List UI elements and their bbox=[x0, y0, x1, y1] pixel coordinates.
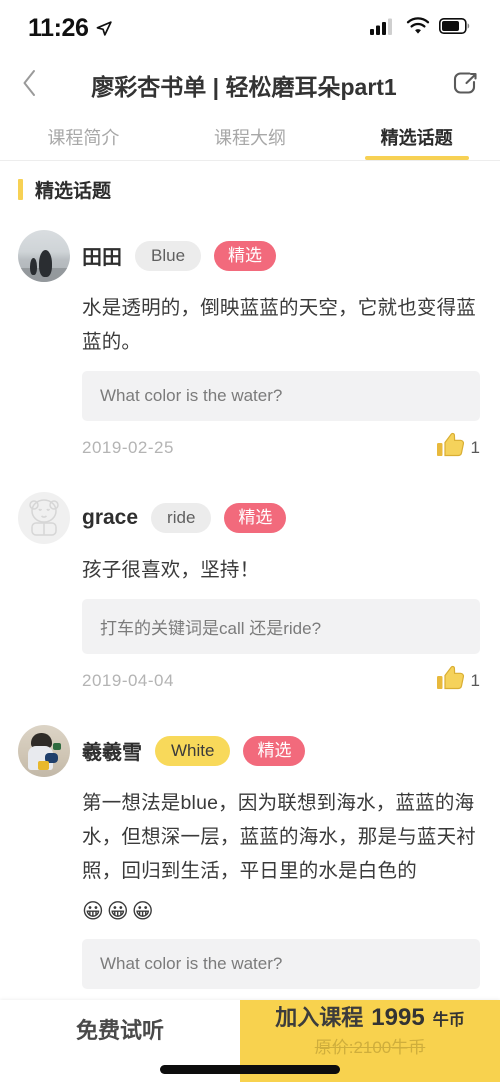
avatar-art-figure bbox=[30, 258, 37, 275]
cellular-signal-icon bbox=[370, 17, 397, 40]
price-unit: 牛币 bbox=[432, 1012, 465, 1029]
status-bar-left: 11:26 bbox=[28, 14, 113, 43]
status-badge: 精选 bbox=[214, 240, 277, 272]
comment-header: grace ride 精选 bbox=[18, 492, 480, 544]
like-button[interactable]: 1 bbox=[436, 664, 480, 697]
avatar[interactable] bbox=[18, 725, 70, 777]
topic-question: What color is the water? bbox=[82, 371, 480, 421]
comment-author: grace bbox=[82, 505, 139, 529]
tab-course-outline[interactable]: 课程大纲 bbox=[167, 114, 334, 160]
comment-body: 孩子很喜欢，坚持！ bbox=[82, 559, 260, 581]
comment-header: 羲羲雪 White 精选 bbox=[18, 725, 480, 777]
tab-bar: 课程简介 课程大纲 精选话题 bbox=[0, 114, 500, 160]
avatar-art-bear bbox=[29, 499, 59, 536]
back-button[interactable] bbox=[0, 56, 58, 114]
original-price: 原价:2100牛币 bbox=[314, 1038, 426, 1057]
section-title: 精选话题 bbox=[35, 181, 112, 202]
section-header: 精选话题 bbox=[0, 161, 500, 216]
join-course-label: 加入课程 bbox=[275, 1005, 364, 1030]
price-value: 1995 bbox=[371, 1004, 425, 1031]
thumbs-up-icon bbox=[436, 664, 466, 697]
comment-date: 2019-04-04 bbox=[82, 670, 174, 690]
page-title: 廖彩杏书单 | 轻松磨耳朵part1 bbox=[91, 74, 397, 100]
like-button[interactable]: 1 bbox=[436, 431, 480, 464]
comment-meta: grace ride 精选 bbox=[82, 502, 287, 534]
comment-footer: 2019-02-25 1 bbox=[82, 431, 480, 478]
avatar[interactable] bbox=[18, 492, 70, 544]
join-course-price-row: 加入课程 1995 牛币 bbox=[275, 1000, 464, 1032]
status-bar: 11:26 bbox=[0, 0, 500, 56]
list-item[interactable]: 田田 Blue 精选 水是透明的，倒映蓝蓝的天空，它就也变得蓝蓝的。 What … bbox=[0, 216, 500, 478]
share-button[interactable] bbox=[436, 56, 494, 114]
avatar-art-figure bbox=[39, 250, 52, 277]
comment-meta: 田田 Blue 精选 bbox=[82, 240, 277, 272]
status-time: 11:26 bbox=[28, 13, 89, 42]
avatar[interactable] bbox=[18, 230, 70, 282]
tab-featured-topics[interactable]: 精选话题 bbox=[333, 114, 500, 160]
avatar-art-toy bbox=[38, 761, 49, 770]
home-indicator bbox=[160, 1065, 340, 1074]
chevron-left-icon bbox=[21, 68, 38, 103]
comment-header: 田田 Blue 精选 bbox=[18, 230, 480, 282]
tab-course-intro[interactable]: 课程简介 bbox=[0, 114, 167, 160]
bottom-action-bar: 免费试听 加入课程 1995 牛币 原价:2100牛币 bbox=[0, 1000, 500, 1082]
thumbs-up-icon bbox=[436, 431, 466, 464]
answer-tag: ride bbox=[151, 502, 212, 534]
list-item[interactable]: 羲羲雪 White 精选 第一想法是blue，因为联想到海水，蓝蓝的海水，但想深… bbox=[0, 711, 500, 1046]
list-item[interactable]: grace ride 精选 孩子很喜欢，坚持！ 打车的关键词是call 还是ri… bbox=[0, 478, 500, 711]
like-count: 1 bbox=[470, 670, 480, 690]
status-badge: 精选 bbox=[224, 502, 287, 534]
answer-tag: White bbox=[155, 735, 231, 767]
wifi-icon bbox=[406, 16, 430, 40]
comment-emojis: 😀😀😀 bbox=[82, 900, 157, 923]
avatar-art-toy bbox=[53, 743, 61, 750]
share-icon bbox=[449, 67, 481, 104]
location-arrow-icon bbox=[96, 20, 113, 37]
battery-icon bbox=[439, 17, 470, 39]
comment-body: 第一想法是blue，因为联想到海水，蓝蓝的海水，但想深一层，蓝蓝的海水，那是与蓝… bbox=[82, 792, 477, 882]
status-badge: 精选 bbox=[243, 735, 306, 767]
status-bar-right bbox=[370, 16, 470, 40]
comment-footer: 2019-04-04 1 bbox=[82, 664, 480, 711]
nav-bar: 廖彩杏书单 | 轻松磨耳朵part1 bbox=[0, 56, 500, 114]
comment-meta: 羲羲雪 White 精选 bbox=[82, 735, 306, 767]
comment-body: 水是透明的，倒映蓝蓝的天空，它就也变得蓝蓝的。 bbox=[82, 297, 477, 353]
app-screen: 11:26 廖彩杏书单 | 轻松磨耳朵part1 课程简介 课程大纲 精选话题 … bbox=[0, 0, 500, 1082]
topic-question: What color is the water? bbox=[82, 939, 480, 989]
answer-tag: Blue bbox=[135, 240, 202, 272]
section-accent-bar bbox=[18, 179, 23, 200]
topic-question: 打车的关键词是call 还是ride? bbox=[82, 599, 480, 654]
comment-author: 田田 bbox=[82, 247, 122, 270]
comment-list[interactable]: 田田 Blue 精选 水是透明的，倒映蓝蓝的天空，它就也变得蓝蓝的。 What … bbox=[0, 216, 500, 1082]
comment-author: 羲羲雪 bbox=[82, 742, 142, 765]
like-count: 1 bbox=[470, 437, 480, 457]
comment-date: 2019-02-25 bbox=[82, 437, 174, 457]
